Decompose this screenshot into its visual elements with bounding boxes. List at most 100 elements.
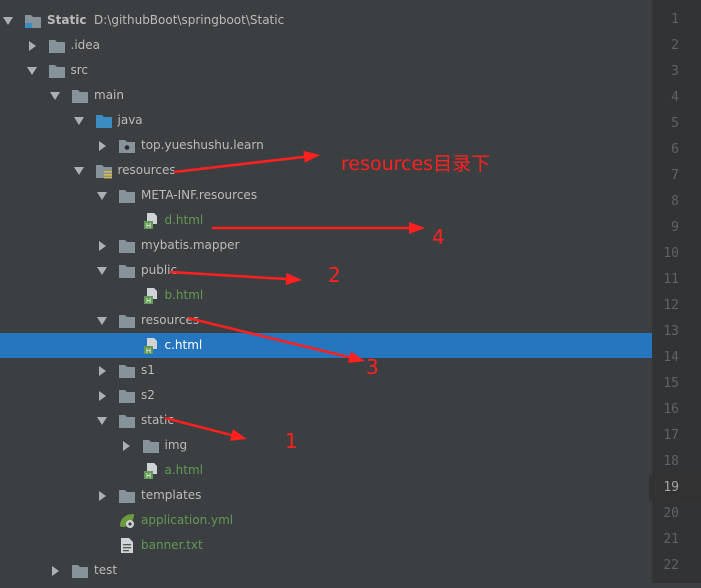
line-number: 20 [663,506,679,521]
project-tree[interactable]: Static D:\githubBoot\springboot\Static .id… [0,0,652,583]
tree-item-label: s1 [141,363,155,377]
tree-item-public[interactable]: public [0,258,652,283]
html-file-icon: H [142,462,160,480]
collapse-arrow-icon[interactable] [96,258,108,283]
collapse-arrow-icon[interactable] [96,408,108,433]
annotation-resources-note: resources目录下 [341,153,491,175]
tree-item-a-html[interactable]: Ha.html [0,458,652,483]
tree-item-java[interactable]: java [0,108,652,133]
collapse-arrow-icon[interactable] [96,308,108,333]
folder-icon [118,362,136,379]
folder-icon [71,562,89,579]
tree-item-label: public [141,263,178,277]
tree-item-meta-inf-resources[interactable]: META-INF.resources [0,183,652,208]
collapse-arrow-icon[interactable] [73,158,85,183]
collapse-arrow-icon[interactable] [49,83,61,108]
tree-item-resources-root[interactable]: resources [0,158,652,183]
tree-item-label: templates [141,488,202,502]
tree-item-label: b.html [164,288,204,302]
svg-text:H: H [145,222,150,229]
folder-icon [71,87,89,104]
line-number: 6 [671,142,679,157]
tree-item-label: static [141,413,174,427]
tree-item-label: img [164,438,188,452]
tree-item-label: Static [47,13,87,27]
folder-icon [48,62,66,79]
tree-item-static-root[interactable]: Static D:\githubBoot\springboot\Static [0,8,652,33]
tree-item-label: s2 [141,388,155,402]
tree-item-img[interactable]: img [0,433,652,458]
folder-icon [48,37,66,54]
folder-icon [118,312,136,329]
tree-item-templates[interactable]: templates [0,483,652,508]
line-number: 9 [671,220,679,235]
tree-item-label: resources [141,313,200,327]
expand-arrow-icon[interactable] [120,433,132,458]
tree-item-top-yueshushu-learn[interactable]: top.yueshushu.learn [0,133,652,158]
line-number: 19 [649,475,679,501]
folder-icon [118,262,136,279]
svg-text:H: H [145,347,150,354]
package-icon [118,137,136,154]
tree-item-main[interactable]: main [0,83,652,108]
expand-arrow-icon[interactable] [49,558,61,583]
expand-arrow-icon[interactable] [96,358,108,383]
folder-icon [118,187,136,204]
line-number: 8 [671,194,679,209]
folder-icon [118,487,136,504]
line-number: 1 [671,12,679,27]
tree-item-application-yml[interactable]: application.yml [0,508,652,533]
expand-arrow-icon[interactable] [26,33,38,58]
tree-item-idea[interactable]: .idea [0,33,652,58]
tree-item-static[interactable]: static [0,408,652,433]
folder-icon [118,237,136,254]
source-folder-icon [95,112,113,129]
annotation-label-4: 4 [432,225,445,249]
tree-item-s2[interactable]: s2 [0,383,652,408]
html-file-icon: H [142,212,160,230]
line-number: 16 [663,402,679,417]
tree-item-b-html[interactable]: Hb.html [0,283,652,308]
tree-item-label: d.html [164,213,204,227]
tree-item-c-html[interactable]: Hc.html [0,333,652,358]
tree-item-label: java [117,113,143,127]
tree-item-label: META-INF.resources [141,188,258,202]
expand-arrow-icon[interactable] [96,233,108,258]
tree-item-label: a.html [164,463,204,477]
project-path: D:\githubBoot\springboot\Static [94,13,285,27]
tree-item-src[interactable]: src [0,58,652,83]
line-number: 17 [663,428,679,443]
tree-item-label: src [70,63,89,77]
tree-item-d-html[interactable]: Hd.html [0,208,652,233]
tree-item-label: test [94,563,118,577]
line-number: 18 [663,454,679,469]
html-file-icon: H [142,337,160,355]
expand-arrow-icon[interactable] [96,383,108,408]
text-file-icon [118,537,136,554]
tree-item-test[interactable]: test [0,558,652,583]
collapse-arrow-icon[interactable] [96,183,108,208]
svg-text:H: H [145,297,150,304]
tree-item-label: c.html [164,338,203,352]
html-file-icon: H [142,287,160,305]
tree-item-s1[interactable]: s1 [0,358,652,383]
tree-item-label: application.yml [141,513,234,527]
expand-arrow-icon[interactable] [96,483,108,508]
tree-item-label: .idea [70,38,101,52]
tree-item-label: main [94,88,124,102]
line-number: 2 [671,38,679,53]
tree-item-banner-txt[interactable]: banner.txt [0,533,652,558]
tree-item-mybatis-mapper[interactable]: mybatis.mapper [0,233,652,258]
spring-config-file-icon [118,512,136,529]
line-number: 15 [663,376,679,391]
annotation-label-2: 2 [328,263,341,287]
annotation-label-3: 3 [366,355,379,379]
collapse-arrow-icon[interactable] [26,58,38,83]
collapse-arrow-icon[interactable] [73,108,85,133]
svg-text:H: H [145,472,150,479]
expand-arrow-icon[interactable] [96,133,108,158]
collapse-arrow-icon[interactable] [2,8,14,33]
tree-item-resources-sub[interactable]: resources [0,308,652,333]
folder-icon [118,387,136,404]
tree-item-label: mybatis.mapper [141,238,240,252]
